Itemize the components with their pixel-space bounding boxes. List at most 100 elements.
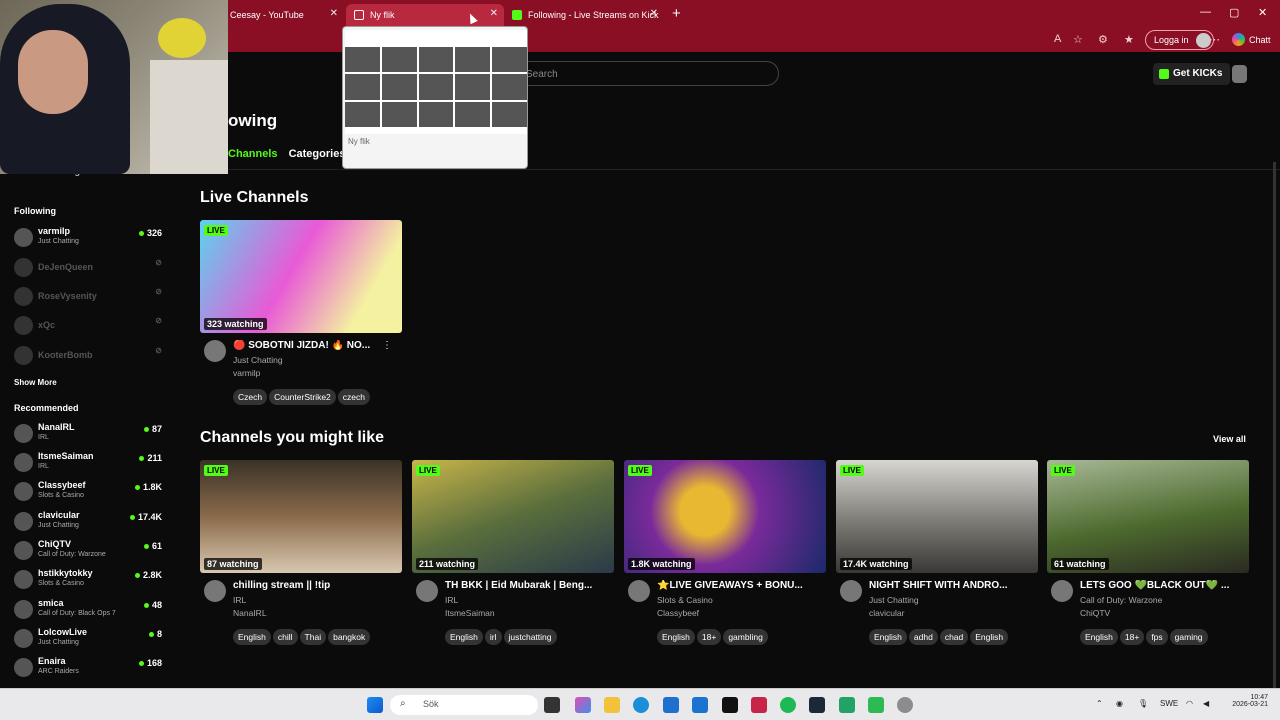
- app-icon[interactable]: [751, 697, 767, 713]
- close-tab-icon[interactable]: ✕: [490, 8, 498, 19]
- stream-category[interactable]: Just Chatting: [869, 595, 919, 605]
- stream-title[interactable]: 🔴 SOBOTNÍ JÍZDA! 🔥 NO...: [233, 340, 401, 351]
- minimize-icon[interactable]: —: [1200, 6, 1211, 18]
- tag[interactable]: gaming: [1169, 629, 1208, 645]
- tag[interactable]: Czech: [233, 389, 268, 405]
- tiktok-icon[interactable]: [722, 697, 738, 713]
- channel-name[interactable]: varmilp: [233, 368, 260, 378]
- stream-title[interactable]: chilling stream || !tip: [233, 580, 401, 591]
- windows-start-icon[interactable]: [367, 697, 383, 713]
- sidebar-item-varmilp[interactable]: varmilp Just Chatting 326: [14, 226, 164, 250]
- stream-thumbnail[interactable]: LIVE 61 watching: [1047, 460, 1249, 573]
- sidebar-item-nanairl[interactable]: NanaIRL IRL 87: [14, 422, 164, 446]
- stream-card[interactable]: LIVE 61 watching LETS GOO 💚BLACK OUT💚 ..…: [1047, 460, 1249, 645]
- settings-icon[interactable]: [897, 697, 913, 713]
- avatar[interactable]: [416, 580, 438, 602]
- maximize-icon[interactable]: ▢: [1229, 6, 1239, 19]
- sidebar-item-kooterbomb[interactable]: KooterBomb ⊘: [14, 344, 164, 368]
- channel-name[interactable]: Classybeef: [657, 608, 699, 618]
- network-icon[interactable]: ◉: [1116, 699, 1123, 708]
- chat-label[interactable]: Chatt: [1249, 35, 1271, 45]
- tag[interactable]: chad: [939, 629, 969, 645]
- tag[interactable]: English: [445, 629, 483, 645]
- kick-app-icon[interactable]: [868, 697, 884, 713]
- outlook-icon[interactable]: [692, 697, 708, 713]
- avatar[interactable]: [840, 580, 862, 602]
- stream-thumbnail[interactable]: LIVE 87 watching: [200, 460, 402, 573]
- wifi-icon[interactable]: ◠: [1186, 699, 1193, 708]
- login-button[interactable]: Logga in: [1145, 30, 1214, 50]
- spotify-icon[interactable]: [780, 697, 796, 713]
- channel-name[interactable]: ChiQTV: [1080, 608, 1110, 618]
- sidebar-item-xqc[interactable]: xQc ⊘: [14, 314, 164, 338]
- stream-thumbnail[interactable]: LIVE 211 watching: [412, 460, 614, 573]
- tab-channels[interactable]: Channels: [228, 148, 278, 160]
- avatar[interactable]: [628, 580, 650, 602]
- tag[interactable]: English: [1080, 629, 1118, 645]
- tag[interactable]: English: [970, 629, 1009, 645]
- show-more-button[interactable]: Show More: [14, 378, 57, 387]
- new-tab-button[interactable]: +: [672, 5, 681, 22]
- close-tab-icon[interactable]: ✕: [330, 8, 338, 19]
- close-tab-icon[interactable]: ✕: [650, 8, 658, 19]
- clock[interactable]: 10:47 2026-03-21: [1222, 694, 1268, 708]
- tab-kick[interactable]: Following - Live Streams on Kick ✕: [504, 4, 664, 26]
- taskbar-search[interactable]: ⌕ Sök: [390, 695, 538, 715]
- stream-card[interactable]: LIVE 323 watching 🔴 SOBOTNÍ JÍZDA! 🔥 NO.…: [200, 220, 402, 405]
- tag[interactable]: chill: [272, 629, 298, 645]
- sidebar-item-dejenqueen[interactable]: DeJenQueen ⊘: [14, 256, 164, 280]
- excel-icon[interactable]: [839, 697, 855, 713]
- store-icon[interactable]: [663, 697, 679, 713]
- close-window-icon[interactable]: ✕: [1258, 6, 1267, 19]
- avatar[interactable]: [1051, 580, 1073, 602]
- task-view-icon[interactable]: [544, 697, 560, 713]
- scrollbar[interactable]: [1273, 162, 1276, 702]
- stream-title[interactable]: NIGHT SHIFT WITH ANDRO...: [869, 580, 1037, 591]
- tag[interactable]: 18+: [696, 629, 722, 645]
- stream-thumbnail[interactable]: LIVE 323 watching: [200, 220, 402, 333]
- sidebar-item-chiqtv[interactable]: ChiQTV Call of Duty: Warzone 61: [14, 539, 164, 563]
- tag[interactable]: czech: [337, 389, 371, 405]
- sidebar-item-itsmesaiman[interactable]: ItsmeSaiman IRL 211: [14, 451, 164, 475]
- stream-thumbnail[interactable]: LIVE 17.4K watching: [836, 460, 1038, 573]
- tag[interactable]: justchatting: [503, 629, 557, 645]
- stream-card[interactable]: LIVE 211 watching TH BKK | Eid Mubarak |…: [412, 460, 614, 645]
- sidebar-item-lolcowlive[interactable]: LolcowLive Just Chatting 8: [14, 627, 164, 651]
- tag[interactable]: Thai: [299, 629, 327, 645]
- tag[interactable]: 18+: [1119, 629, 1145, 645]
- favorites-icon[interactable]: ★: [1124, 33, 1134, 46]
- tag[interactable]: English: [233, 629, 271, 645]
- language-indicator[interactable]: SWE: [1160, 699, 1178, 708]
- avatar[interactable]: [204, 580, 226, 602]
- stream-card[interactable]: LIVE 87 watching chilling stream || !tip…: [200, 460, 402, 645]
- file-explorer-icon[interactable]: [604, 697, 620, 713]
- stream-category[interactable]: Slots & Casino: [657, 595, 713, 605]
- stream-card[interactable]: LIVE 1.8K watching ⭐LIVE GIVEAWAYS + BON…: [624, 460, 826, 645]
- channel-name[interactable]: clavicular: [869, 608, 904, 618]
- sidebar-item-clavicular[interactable]: clavicular Just Chatting 17.4K: [14, 510, 164, 534]
- stream-title[interactable]: TH BKK | Eid Mubarak | Beng...: [445, 580, 613, 591]
- extensions-icon[interactable]: ⚙: [1098, 33, 1108, 46]
- search-input[interactable]: Search: [500, 61, 779, 86]
- tag[interactable]: gambling: [723, 629, 768, 645]
- stream-card[interactable]: LIVE 17.4K watching NIGHT SHIFT WITH AND…: [836, 460, 1038, 645]
- view-all-link[interactable]: View all: [1213, 434, 1246, 444]
- read-aloud-icon[interactable]: A: [1054, 33, 1061, 45]
- user-avatar[interactable]: [1232, 65, 1247, 83]
- avatar[interactable]: [204, 340, 226, 362]
- tag[interactable]: bangkok: [328, 629, 371, 645]
- favorite-icon[interactable]: ☆: [1073, 33, 1083, 46]
- tag[interactable]: irl: [484, 629, 502, 645]
- tag[interactable]: CounterStrike2: [269, 389, 336, 405]
- microphone-icon[interactable]: 🎙: [1138, 699, 1148, 708]
- channel-name[interactable]: ItsmeSaiman: [445, 608, 495, 618]
- copilot-taskbar-icon[interactable]: [575, 697, 591, 713]
- copilot-icon[interactable]: [1232, 33, 1245, 46]
- stream-title[interactable]: LETS GOO 💚BLACK OUT💚 ...: [1080, 580, 1248, 591]
- tag[interactable]: English: [657, 629, 695, 645]
- sidebar-item-classybeef[interactable]: Classybeef Slots & Casino 1.8K: [14, 480, 164, 504]
- sidebar-item-hstikkytokky[interactable]: hstikkytokky Slots & Casino 2.8K: [14, 568, 164, 592]
- stream-thumbnail[interactable]: LIVE 1.8K watching: [624, 460, 826, 573]
- get-kicks-button[interactable]: Get KICKs: [1153, 63, 1231, 85]
- volume-icon[interactable]: ◀: [1203, 699, 1209, 708]
